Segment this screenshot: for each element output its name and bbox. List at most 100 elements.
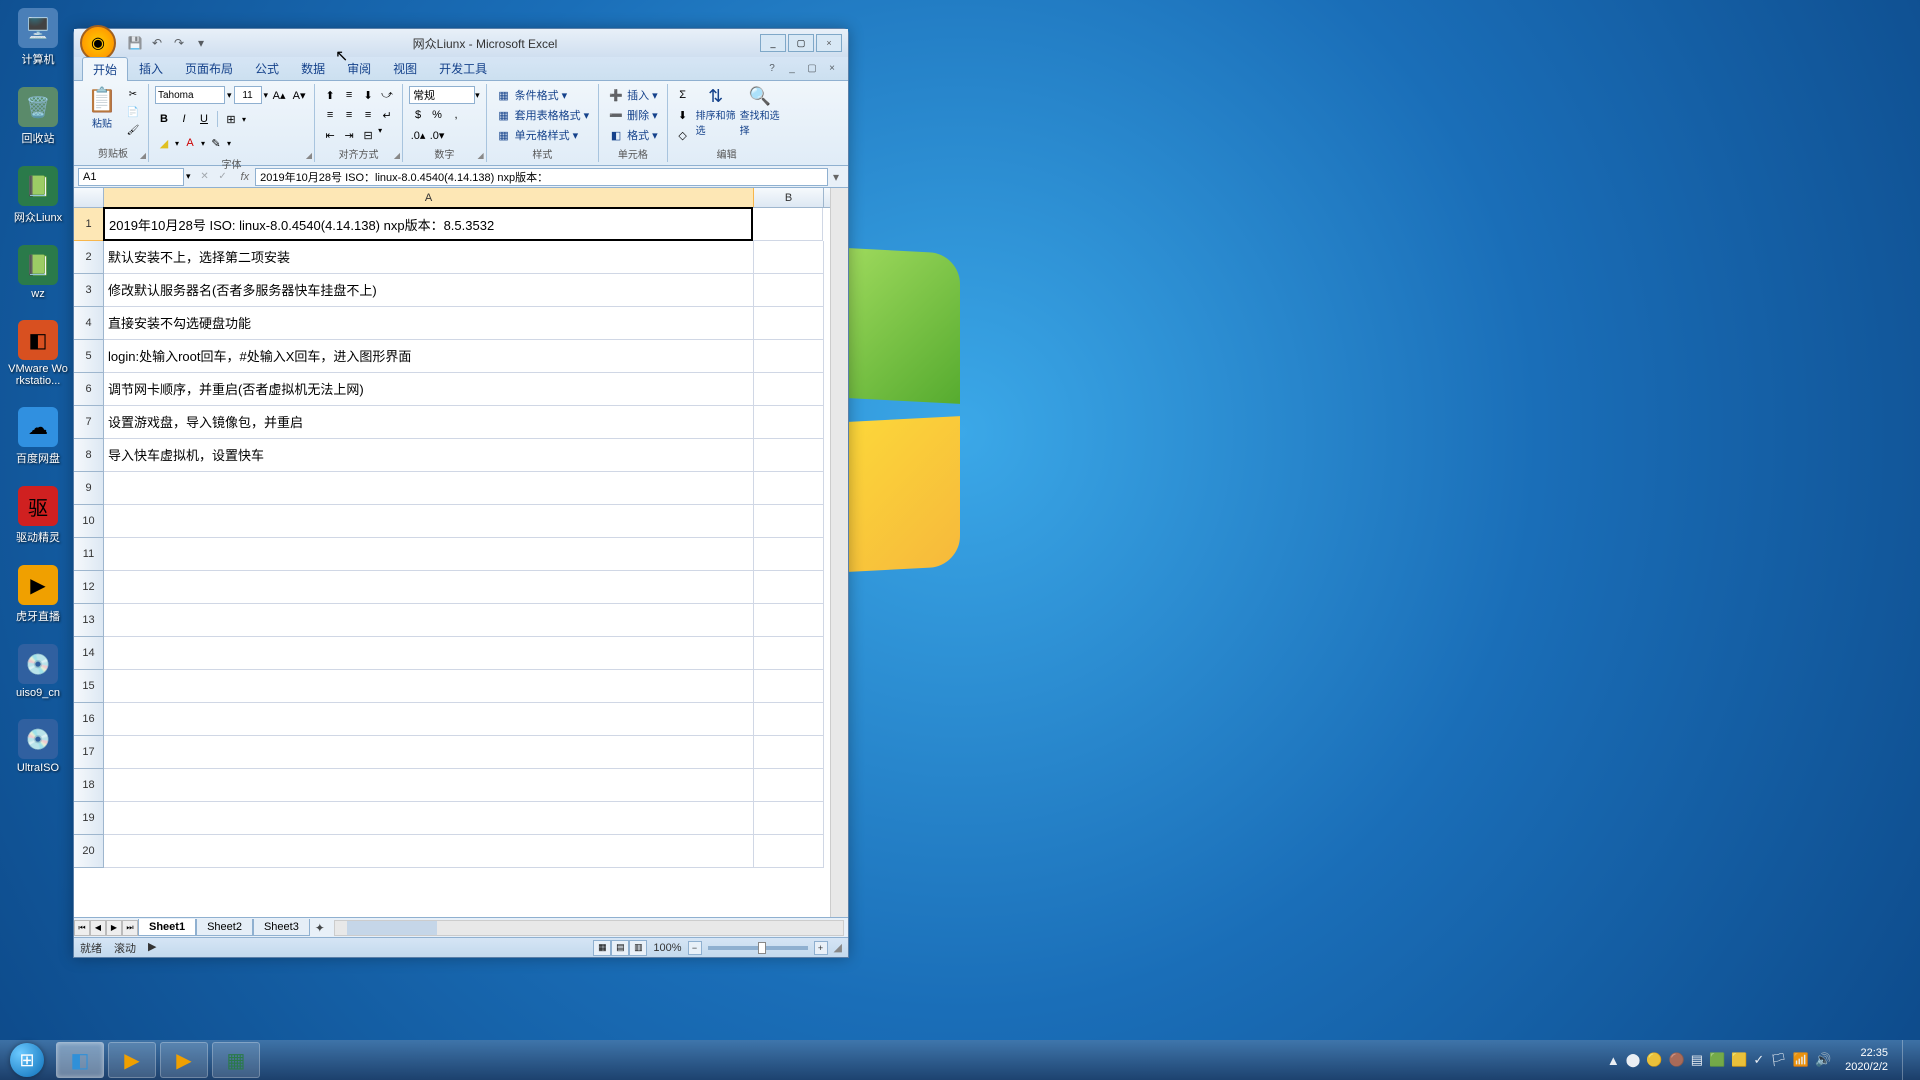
page-break-view-icon[interactable]: ▥ [629, 940, 647, 956]
indent-inc-icon[interactable]: ⇥ [340, 126, 358, 144]
sort-filter-button[interactable]: ⇅ 排序和筛选 [696, 86, 736, 144]
row-header-11[interactable]: 11 [74, 538, 104, 571]
ribbon-tab-3[interactable]: 公式 [244, 56, 290, 81]
font-launcher-icon[interactable]: ◢ [306, 151, 312, 160]
enter-formula-icon[interactable]: ✓ [214, 169, 232, 185]
tab-nav-prev-icon[interactable]: ◀ [90, 920, 106, 936]
tray-show-hidden-icon[interactable]: ▲ [1607, 1053, 1620, 1068]
desktop-icon-huya[interactable]: ▶虎牙直播 [8, 565, 68, 624]
select-all-button[interactable] [74, 188, 104, 207]
help-icon[interactable]: ? [764, 61, 780, 77]
tray-volume-icon[interactable]: 🔊 [1815, 1052, 1831, 1068]
font-color-icon[interactable]: A [181, 134, 199, 152]
percent-icon[interactable]: % [428, 106, 446, 124]
tray-icon-5[interactable]: 🟩 [1709, 1052, 1725, 1068]
huya-task-1[interactable]: ▶ [108, 1042, 156, 1078]
ribbon-tab-7[interactable]: 开发工具 [428, 56, 498, 81]
cell-A17[interactable] [104, 736, 754, 769]
desktop-icon-driver[interactable]: 驱驱动精灵 [8, 486, 68, 545]
clear-icon[interactable]: ◇ [674, 126, 692, 144]
tab-nav-next-icon[interactable]: ▶ [106, 920, 122, 936]
tray-action-center-icon[interactable]: 🏳 [1770, 1052, 1787, 1068]
row-header-16[interactable]: 16 [74, 703, 104, 736]
cell-A19[interactable] [104, 802, 754, 835]
workbook-close-icon[interactable]: × [824, 61, 840, 77]
redo-icon[interactable]: ↷ [170, 34, 188, 52]
increase-decimal-icon[interactable]: .0▴ [409, 126, 427, 144]
column-header-A[interactable]: A [104, 188, 754, 207]
align-top-icon[interactable]: ⬆ [321, 86, 339, 104]
underline-button[interactable]: U [195, 110, 213, 128]
cell-A5[interactable]: login:处输入root回车，#处输入X回车，进入图形界面 [104, 340, 754, 373]
row-header-12[interactable]: 12 [74, 571, 104, 604]
vertical-scrollbar[interactable] [830, 188, 848, 917]
cell-B2[interactable] [754, 241, 824, 274]
phonetic-icon[interactable]: ✎ [207, 134, 225, 152]
tray-icon-4[interactable]: ▤ [1691, 1052, 1703, 1068]
merge-cells-icon[interactable]: ⊟ [359, 126, 377, 144]
autosum-icon[interactable]: Σ [674, 86, 692, 104]
vmware-task[interactable]: ◧ [56, 1042, 104, 1078]
orientation-icon[interactable]: ⤻ [378, 86, 396, 104]
cell-A2[interactable]: 默认安装不上，选择第二项安装 [104, 241, 754, 274]
page-layout-view-icon[interactable]: ▤ [611, 940, 629, 956]
taskbar-clock[interactable]: 22:35 2020/2/2 [1837, 1046, 1896, 1075]
cell-A7[interactable]: 设置游戏盘，导入镜像包，并重启 [104, 406, 754, 439]
cell-B6[interactable] [754, 373, 824, 406]
formula-input[interactable] [255, 168, 828, 186]
maximize-button[interactable]: ▢ [788, 34, 814, 52]
cell-A10[interactable] [104, 505, 754, 538]
zoom-slider[interactable] [708, 946, 808, 950]
cell-A4[interactable]: 直接安装不勾选硬盘功能 [104, 307, 754, 340]
alignment-launcher-icon[interactable]: ◢ [394, 151, 400, 160]
align-middle-icon[interactable]: ≡ [340, 86, 358, 104]
ribbon-tab-0[interactable]: 开始 [82, 57, 128, 81]
table-format-button[interactable]: ▦ 套用表格格式 ▾ [493, 106, 593, 124]
find-select-button[interactable]: 🔍 查找和选择 [740, 86, 780, 144]
status-macro-icon[interactable]: ▶ [148, 940, 156, 956]
row-header-20[interactable]: 20 [74, 835, 104, 868]
cell-A12[interactable] [104, 571, 754, 604]
qat-more-icon[interactable]: ▾ [192, 34, 210, 52]
copy-icon[interactable]: 📄 [124, 104, 142, 120]
minimize-button[interactable]: _ [760, 34, 786, 52]
tray-icon-3[interactable]: 🟤 [1669, 1052, 1685, 1068]
grow-font-icon[interactable]: A▴ [270, 86, 288, 104]
tray-network-icon[interactable]: 📶 [1793, 1052, 1809, 1068]
format-painter-icon[interactable]: 🖌 [124, 122, 142, 138]
tray-icon-1[interactable]: ⬤ [1626, 1052, 1641, 1068]
new-sheet-icon[interactable]: ✦ [310, 921, 330, 935]
format-cells-button[interactable]: ◧ 格式 ▾ [605, 126, 661, 144]
fill-icon[interactable]: ⬇ [674, 106, 692, 124]
ribbon-tab-5[interactable]: 审阅 [336, 56, 382, 81]
row-header-2[interactable]: 2 [74, 241, 104, 274]
ribbon-tab-6[interactable]: 视图 [382, 56, 428, 81]
insert-cells-button[interactable]: ➕ 插入 ▾ [605, 86, 661, 104]
office-button[interactable]: ◉ [80, 25, 116, 61]
desktop-icon-ultraiso[interactable]: 💿UltraISO [8, 719, 68, 774]
save-icon[interactable]: 💾 [126, 34, 144, 52]
cell-B13[interactable] [754, 604, 824, 637]
cell-A15[interactable] [104, 670, 754, 703]
decrease-decimal-icon[interactable]: .0▾ [428, 126, 446, 144]
row-header-18[interactable]: 18 [74, 769, 104, 802]
cell-B14[interactable] [754, 637, 824, 670]
resize-grip-icon[interactable]: ◢ [834, 941, 842, 954]
clipboard-launcher-icon[interactable]: ◢ [140, 151, 146, 160]
cell-B12[interactable] [754, 571, 824, 604]
cell-B1[interactable] [753, 208, 823, 241]
row-header-3[interactable]: 3 [74, 274, 104, 307]
cell-B20[interactable] [754, 835, 824, 868]
cell-A6[interactable]: 调节网卡顺序，并重启(否者虚拟机无法上网) [104, 373, 754, 406]
huya-task-2[interactable]: ▶ [160, 1042, 208, 1078]
close-button[interactable]: × [816, 34, 842, 52]
tray-icon-7[interactable]: ✓ [1753, 1052, 1764, 1068]
workbook-restore-icon[interactable]: ▢ [804, 61, 820, 77]
desktop-icon-file-wz[interactable]: 📗wz [8, 245, 68, 300]
border-icon[interactable]: ⊞ [222, 110, 240, 128]
titlebar[interactable]: ◉ 💾 ↶ ↷ ▾ 网众Liunx - Microsoft Excel _ ▢ … [74, 29, 848, 57]
desktop-icon-uiso[interactable]: 💿uiso9_cn [8, 644, 68, 699]
row-header-14[interactable]: 14 [74, 637, 104, 670]
cell-B19[interactable] [754, 802, 824, 835]
cell-styles-button[interactable]: ▦ 单元格样式 ▾ [493, 126, 593, 144]
